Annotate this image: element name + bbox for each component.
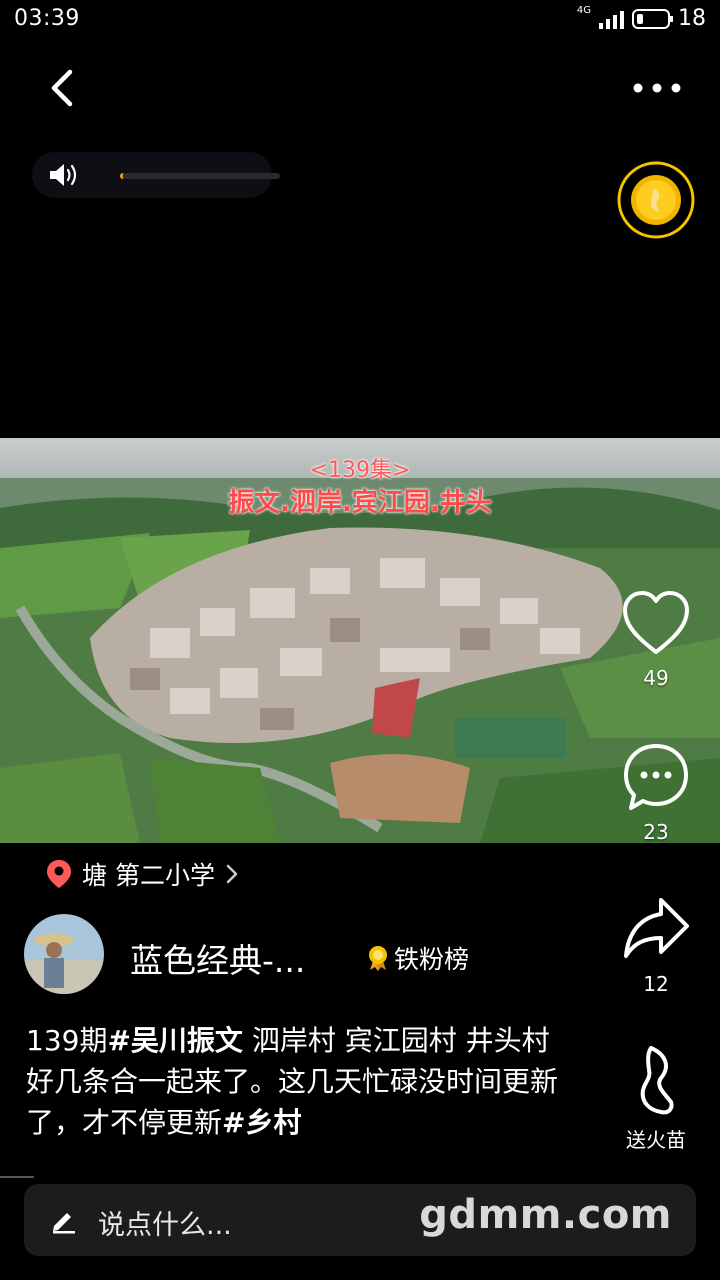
like-button[interactable]: 49: [611, 590, 701, 690]
chevron-left-icon: [51, 69, 73, 107]
signal-icon: [599, 9, 624, 29]
share-count: 12: [643, 972, 669, 996]
comment-placeholder: 说点什么...: [98, 1210, 232, 1241]
location-tag[interactable]: 塘 第二小学: [46, 856, 239, 892]
status-time: 03:39: [14, 6, 80, 31]
send-fire-button[interactable]: 送火苗: [611, 1044, 701, 1153]
location-pin-icon: [47, 860, 71, 888]
status-bar: 03:39 4G 18: [0, 0, 720, 40]
video-episode-caption: <139集>: [309, 458, 411, 483]
watermark-text: gdmm.com: [419, 1192, 672, 1238]
hashtag-link[interactable]: #乡村: [222, 1106, 301, 1139]
volume-control[interactable]: [32, 152, 280, 198]
divider: [0, 1176, 34, 1178]
back-button[interactable]: [38, 62, 90, 114]
status-indicators: 4G 18: [576, 5, 706, 31]
gold-coin-icon: [617, 161, 695, 239]
author-row: 蓝色经典-... 铁粉榜: [24, 914, 584, 994]
comment-input[interactable]: 说点什么... gdmm.com: [24, 1184, 696, 1256]
author-name[interactable]: 蓝色经典-...: [130, 934, 305, 982]
flame-icon: [640, 1046, 674, 1115]
video-title-caption: 振文.泗岸.宾江园.井头: [228, 488, 492, 518]
fan-rank-button[interactable]: 铁粉榜: [366, 940, 469, 976]
comment-count: 23: [643, 820, 669, 844]
comment-button[interactable]: 23: [611, 742, 701, 844]
heart-icon: [623, 591, 689, 654]
avatar[interactable]: [24, 914, 104, 994]
chevron-right-icon: [226, 864, 238, 884]
network-type: 4G: [576, 5, 591, 16]
pencil-icon: [53, 1213, 75, 1234]
description-prefix: 139期: [26, 1024, 108, 1057]
speaker-icon: [50, 164, 77, 186]
medal-icon: [369, 946, 387, 971]
battery-icon: [632, 8, 673, 29]
hashtag-link[interactable]: #吴川振文: [107, 1024, 242, 1057]
like-count: 49: [643, 666, 669, 690]
battery-level: 18: [678, 6, 706, 31]
share-arrow-icon: [624, 898, 689, 958]
share-button[interactable]: 12: [611, 894, 701, 996]
volume-slider[interactable]: [120, 173, 280, 179]
coin-reward-button[interactable]: [616, 160, 696, 240]
more-dots-icon: [633, 83, 681, 93]
volume-fill: [120, 173, 124, 179]
location-text: 塘 第二小学: [82, 861, 215, 890]
post-description: 139期#吴川振文 泗岸村 宾江园村 井头村 好几条合一起来了。这几天忙碌没时间…: [26, 1020, 566, 1143]
comment-bubble-icon: [624, 744, 688, 810]
send-fire-label: 送火苗: [626, 1128, 686, 1152]
fan-rank-label: 铁粉榜: [394, 945, 470, 974]
more-options-button[interactable]: [628, 70, 688, 106]
